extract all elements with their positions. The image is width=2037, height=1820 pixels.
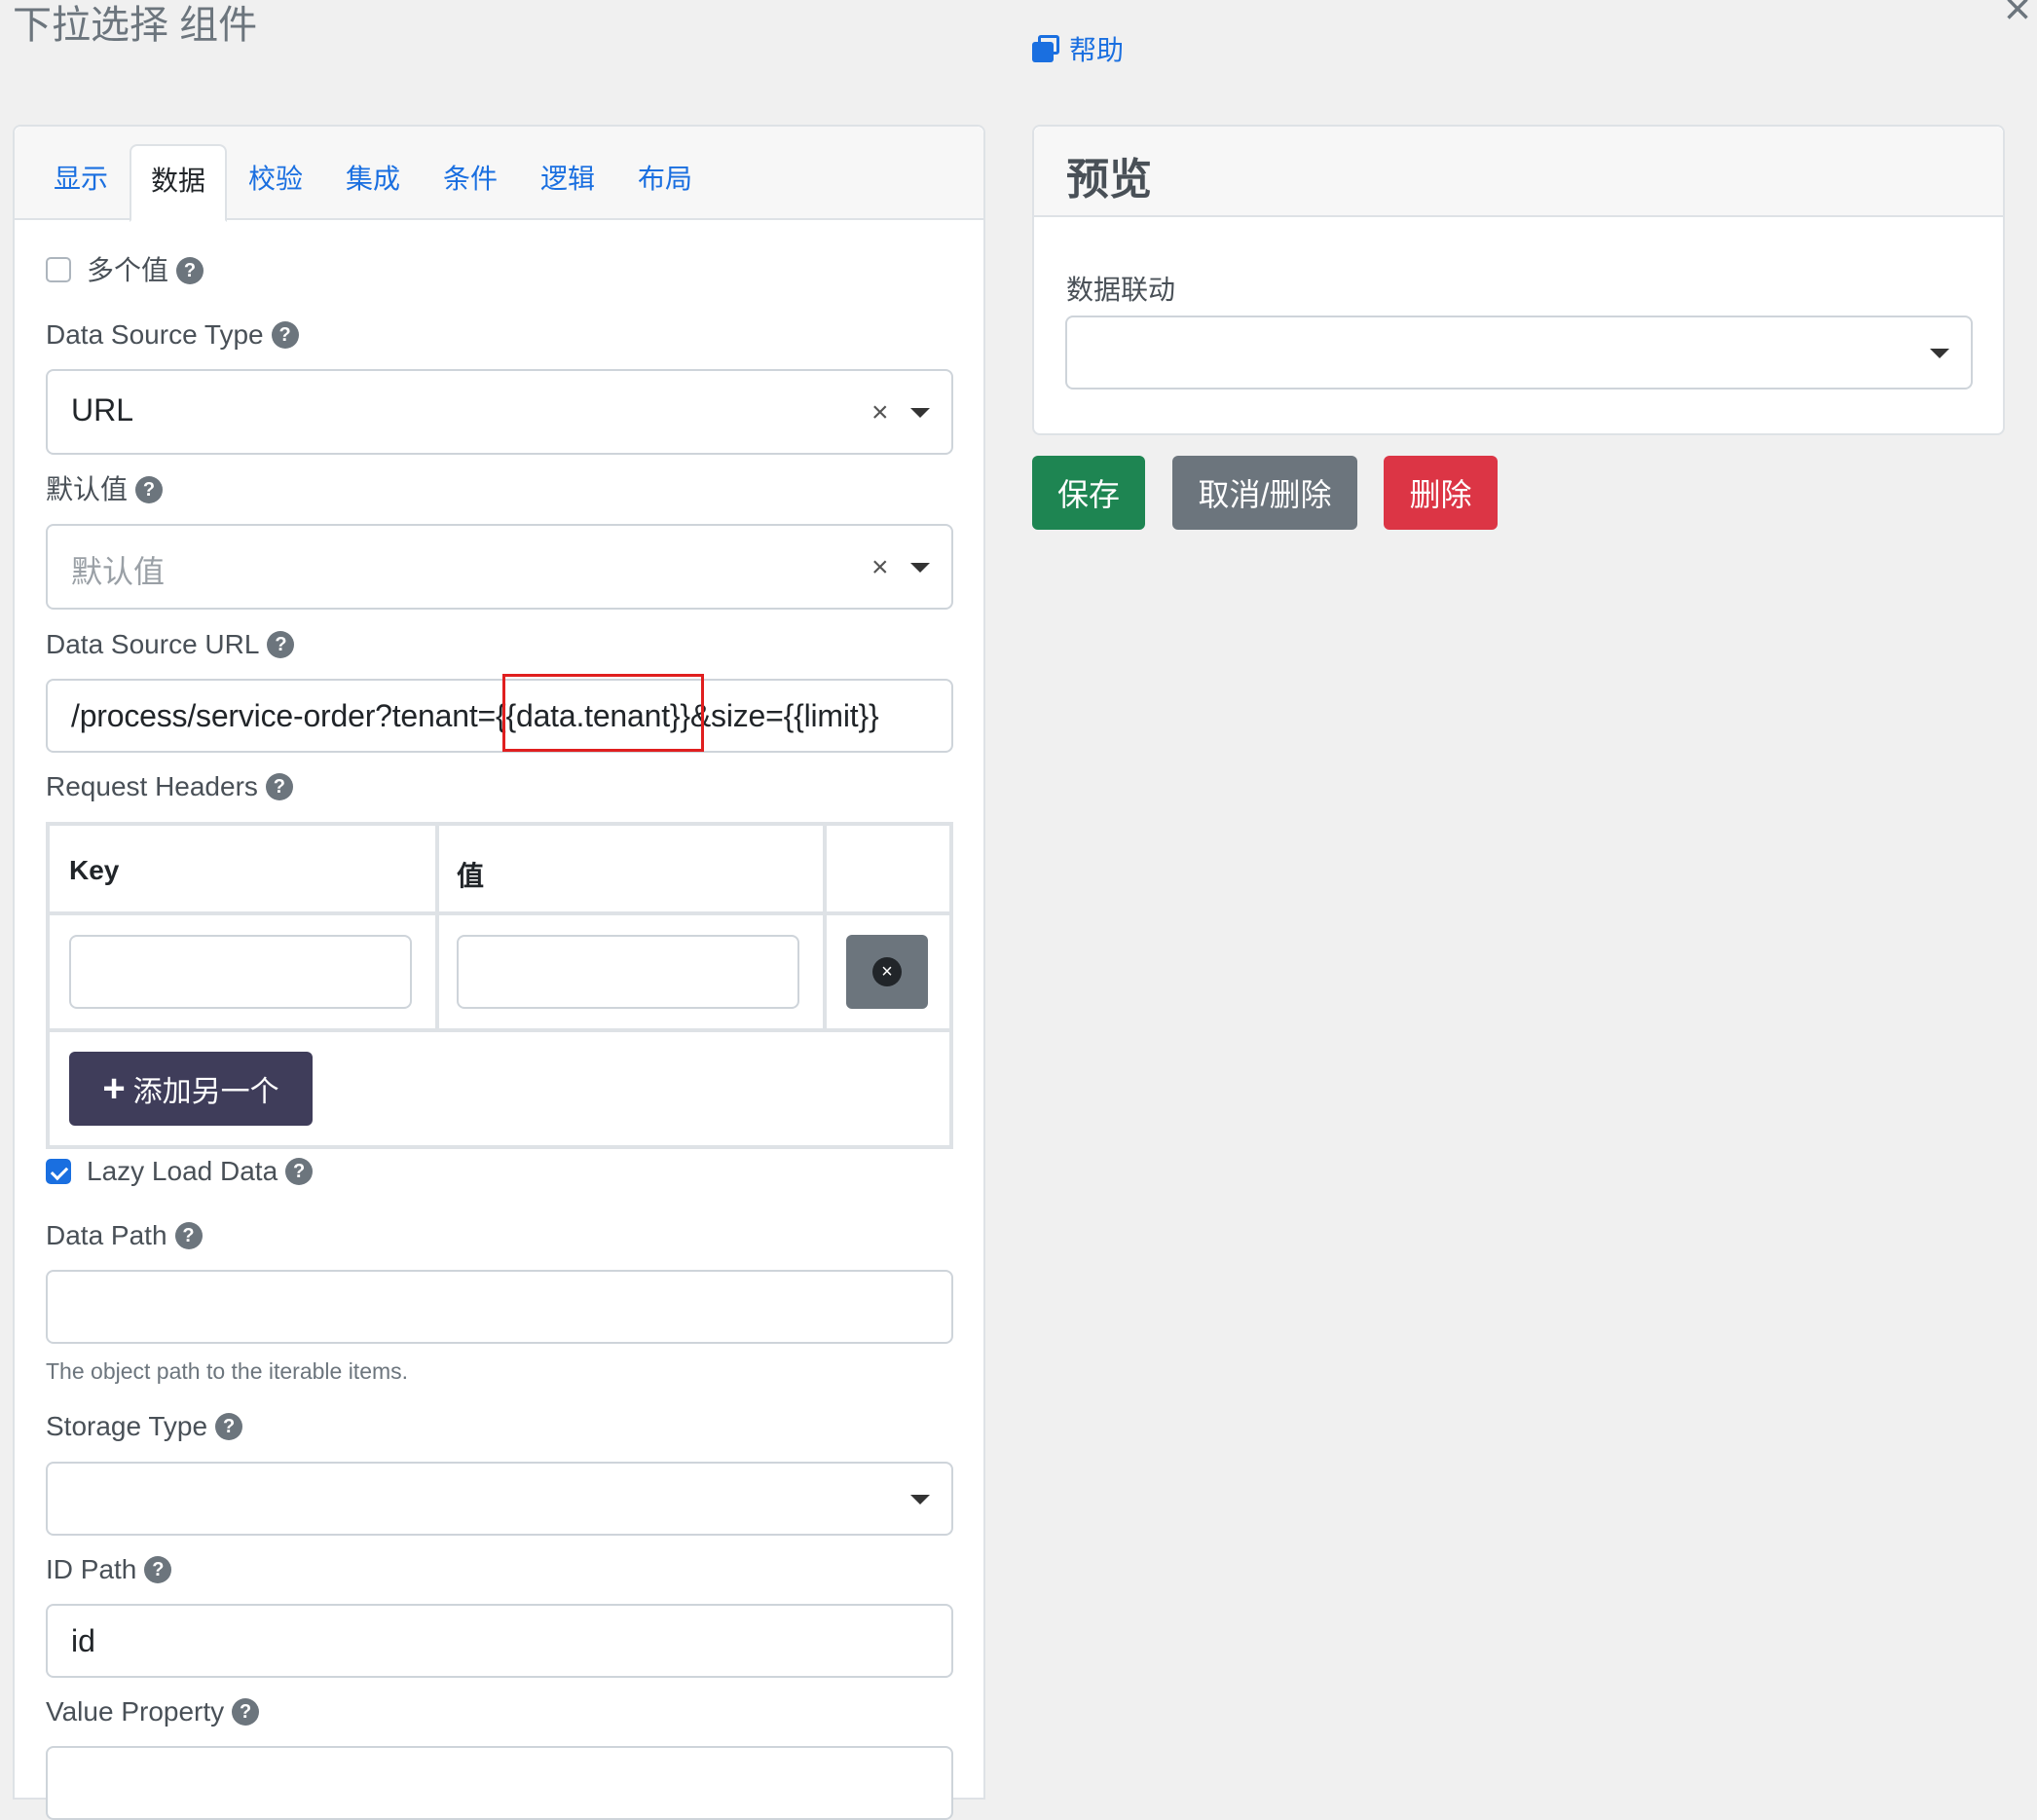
help-tooltip-icon[interactable]: ? — [265, 773, 293, 800]
clear-icon[interactable]: × — [871, 553, 889, 582]
preview-header: 预览 — [1034, 127, 2003, 217]
tab-layout[interactable]: 布局 — [618, 144, 712, 220]
preview-title: 预览 — [1066, 156, 1152, 204]
id-path-input[interactable]: id — [46, 1604, 953, 1678]
add-another-button[interactable]: + 添加另一个 — [69, 1052, 313, 1126]
request-headers-table: Key 值 × + 添加另一个 — [46, 822, 953, 1149]
preview-panel: 预览 数据联动 — [1032, 125, 2005, 435]
default-value-placeholder: 默认值 — [71, 554, 166, 589]
request-headers-label: Request Headers ? — [46, 770, 293, 803]
help-tooltip-icon[interactable]: ? — [135, 476, 164, 503]
data-source-type-value: URL — [71, 392, 134, 427]
data-source-type-label: Data Source Type ? — [46, 318, 299, 352]
remove-icon: × — [872, 957, 902, 986]
tab-conditional[interactable]: 条件 — [424, 144, 517, 220]
highlight-annotation-box — [502, 674, 704, 752]
chevron-down-icon[interactable] — [910, 563, 930, 573]
storage-type-select[interactable] — [46, 1462, 953, 1536]
help-tooltip-icon[interactable]: ? — [174, 1222, 203, 1249]
default-value-select[interactable]: 默认值 × — [46, 524, 953, 610]
help-tooltip-icon[interactable]: ? — [267, 631, 295, 658]
plus-icon: + — [102, 1067, 126, 1110]
tab-bar: 显示 数据 校验 集成 条件 逻辑 布局 — [15, 127, 983, 222]
data-source-url-value: /process/service-order?tenant={{data.ten… — [71, 698, 879, 733]
id-path-label: ID Path ? — [46, 1553, 172, 1586]
data-source-type-select[interactable]: URL × — [46, 369, 953, 455]
column-header-key: Key — [69, 855, 120, 885]
help-link[interactable]: 帮助 — [1032, 29, 1124, 68]
value-property-input[interactable] — [46, 1746, 953, 1820]
help-tooltip-icon[interactable]: ? — [215, 1413, 243, 1440]
multiple-values-checkbox[interactable] — [46, 257, 71, 282]
data-path-input[interactable] — [46, 1270, 953, 1344]
chevron-down-icon[interactable] — [910, 1495, 930, 1504]
default-value-label: 默认值 ? — [46, 473, 164, 506]
header-key-input[interactable] — [69, 935, 412, 1009]
preview-select[interactable] — [1065, 316, 1973, 390]
chevron-down-icon[interactable] — [1930, 349, 1949, 358]
storage-type-label: Storage Type ? — [46, 1410, 243, 1443]
value-property-label: Value Property ? — [46, 1695, 260, 1728]
lazy-load-checkbox[interactable] — [46, 1159, 71, 1184]
remove-row-button[interactable]: × — [846, 935, 928, 1009]
help-label: 帮助 — [1069, 35, 1125, 65]
delete-button[interactable]: 删除 — [1384, 456, 1498, 530]
help-tooltip-icon[interactable]: ? — [285, 1158, 314, 1185]
save-button[interactable]: 保存 — [1032, 456, 1145, 530]
tab-integration[interactable]: 集成 — [326, 144, 420, 220]
help-icon — [1032, 35, 1059, 62]
help-tooltip-icon[interactable]: ? — [144, 1556, 172, 1583]
help-tooltip-icon[interactable]: ? — [176, 257, 204, 284]
preview-field-label: 数据联动 — [1066, 275, 1176, 305]
column-header-value: 值 — [457, 861, 485, 891]
help-tooltip-icon[interactable]: ? — [271, 321, 299, 349]
header-value-input[interactable] — [457, 935, 799, 1009]
close-icon[interactable]: × — [2004, 0, 2031, 33]
multiple-values-label: 多个值 ? — [87, 254, 204, 287]
dialog-title: 下拉选择 组件 — [13, 4, 258, 47]
lazy-load-label: Lazy Load Data ? — [87, 1155, 314, 1188]
chevron-down-icon[interactable] — [910, 408, 930, 418]
data-source-url-label: Data Source URL ? — [46, 628, 295, 661]
clear-icon[interactable]: × — [871, 398, 889, 427]
tab-logic[interactable]: 逻辑 — [521, 144, 614, 220]
data-source-url-input[interactable]: /process/service-order?tenant={{data.ten… — [46, 679, 953, 753]
id-path-value: id — [71, 1623, 95, 1658]
data-path-help-text: The object path to the iterable items. — [46, 1358, 409, 1384]
help-tooltip-icon[interactable]: ? — [232, 1698, 260, 1726]
cancel-button[interactable]: 取消/删除 — [1172, 456, 1357, 530]
tab-data[interactable]: 数据 — [130, 144, 228, 222]
data-path-label: Data Path ? — [46, 1219, 203, 1252]
tab-display[interactable]: 显示 — [34, 144, 128, 220]
tab-validation[interactable]: 校验 — [229, 144, 322, 220]
